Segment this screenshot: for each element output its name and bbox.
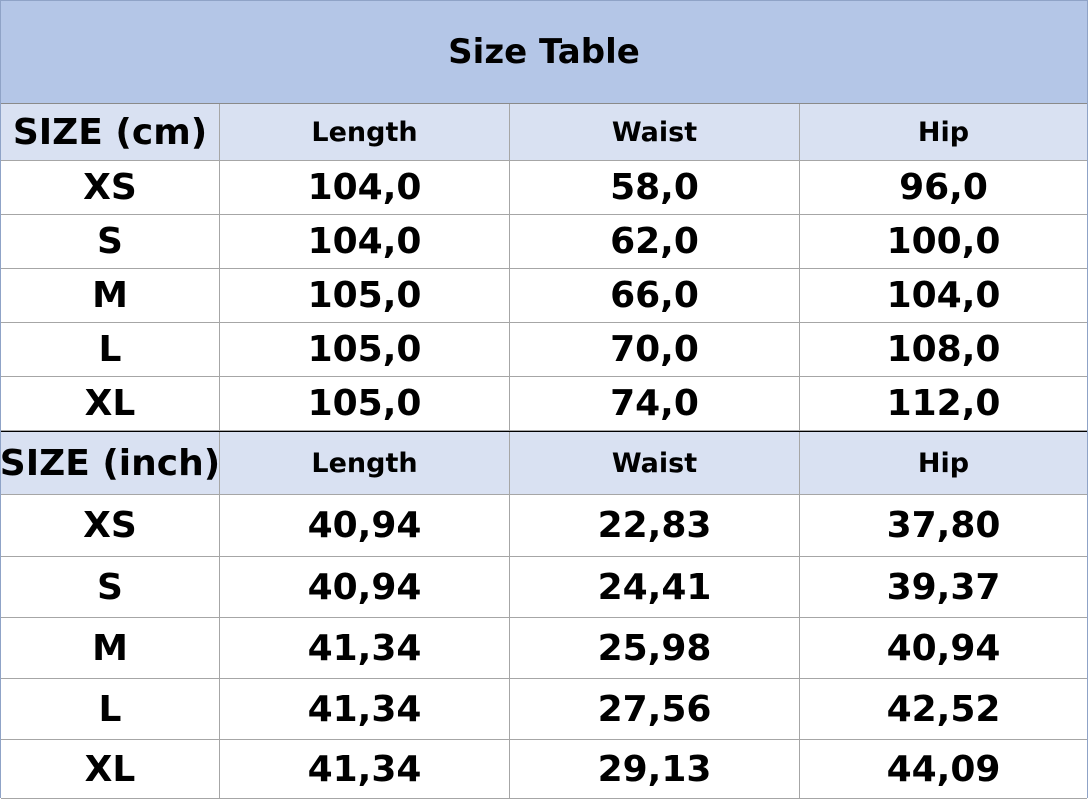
length-value: 40,94 xyxy=(220,557,510,618)
size-label: L xyxy=(1,323,220,377)
hip-value: 100,0 xyxy=(800,215,1087,269)
waist-value: 29,13 xyxy=(510,740,800,799)
hip-value: 42,52 xyxy=(800,679,1087,740)
length-value: 105,0 xyxy=(220,269,510,323)
inch-header-row: SIZE (inch) Length Waist Hip xyxy=(0,431,1087,495)
hip-value: 37,80 xyxy=(800,495,1087,557)
inch-header-hip: Hip xyxy=(800,432,1087,495)
table-row: XL 41,34 29,13 44,09 xyxy=(1,740,1087,799)
size-label: S xyxy=(1,215,220,269)
waist-value: 27,56 xyxy=(510,679,800,740)
hip-value: 40,94 xyxy=(800,618,1087,679)
table-row: L 41,34 27,56 42,52 xyxy=(1,679,1087,740)
hip-value: 44,09 xyxy=(800,740,1087,799)
hip-value: 96,0 xyxy=(800,161,1087,215)
size-label: XL xyxy=(1,377,220,431)
size-label: XL xyxy=(1,740,220,799)
length-value: 41,34 xyxy=(220,618,510,679)
waist-value: 22,83 xyxy=(510,495,800,557)
table-row: L 105,0 70,0 108,0 xyxy=(1,323,1087,377)
inch-header-size: SIZE (inch) xyxy=(0,432,220,495)
table-row: S 104,0 62,0 100,0 xyxy=(1,215,1087,269)
cm-header-hip: Hip xyxy=(800,104,1087,161)
size-label: S xyxy=(1,557,220,618)
table-row: XS 104,0 58,0 96,0 xyxy=(1,161,1087,215)
inch-header-waist: Waist xyxy=(510,432,800,495)
length-value: 104,0 xyxy=(220,215,510,269)
hip-value: 104,0 xyxy=(800,269,1087,323)
length-value: 104,0 xyxy=(220,161,510,215)
hip-value: 108,0 xyxy=(800,323,1087,377)
cm-header-size: SIZE (cm) xyxy=(1,104,220,161)
length-value: 105,0 xyxy=(220,377,510,431)
waist-value: 74,0 xyxy=(510,377,800,431)
size-label: M xyxy=(1,618,220,679)
size-label: XS xyxy=(1,495,220,557)
cm-header-waist: Waist xyxy=(510,104,800,161)
length-value: 41,34 xyxy=(220,679,510,740)
size-table: Size Table SIZE (cm) Length Waist Hip XS… xyxy=(0,0,1088,799)
table-row: M 41,34 25,98 40,94 xyxy=(1,618,1087,679)
hip-value: 112,0 xyxy=(800,377,1087,431)
length-value: 41,34 xyxy=(220,740,510,799)
table-row: XL 105,0 74,0 112,0 xyxy=(1,377,1087,431)
size-label: M xyxy=(1,269,220,323)
waist-value: 24,41 xyxy=(510,557,800,618)
waist-value: 58,0 xyxy=(510,161,800,215)
length-value: 105,0 xyxy=(220,323,510,377)
cm-header-length: Length xyxy=(220,104,510,161)
waist-value: 70,0 xyxy=(510,323,800,377)
waist-value: 25,98 xyxy=(510,618,800,679)
size-label: L xyxy=(1,679,220,740)
waist-value: 66,0 xyxy=(510,269,800,323)
hip-value: 39,37 xyxy=(800,557,1087,618)
cm-header-row: SIZE (cm) Length Waist Hip xyxy=(1,104,1087,161)
table-row: XS 40,94 22,83 37,80 xyxy=(1,495,1087,557)
table-row: M 105,0 66,0 104,0 xyxy=(1,269,1087,323)
inch-header-length: Length xyxy=(220,432,510,495)
table-title: Size Table xyxy=(1,1,1087,104)
waist-value: 62,0 xyxy=(510,215,800,269)
length-value: 40,94 xyxy=(220,495,510,557)
table-row: S 40,94 24,41 39,37 xyxy=(1,557,1087,618)
size-label: XS xyxy=(1,161,220,215)
